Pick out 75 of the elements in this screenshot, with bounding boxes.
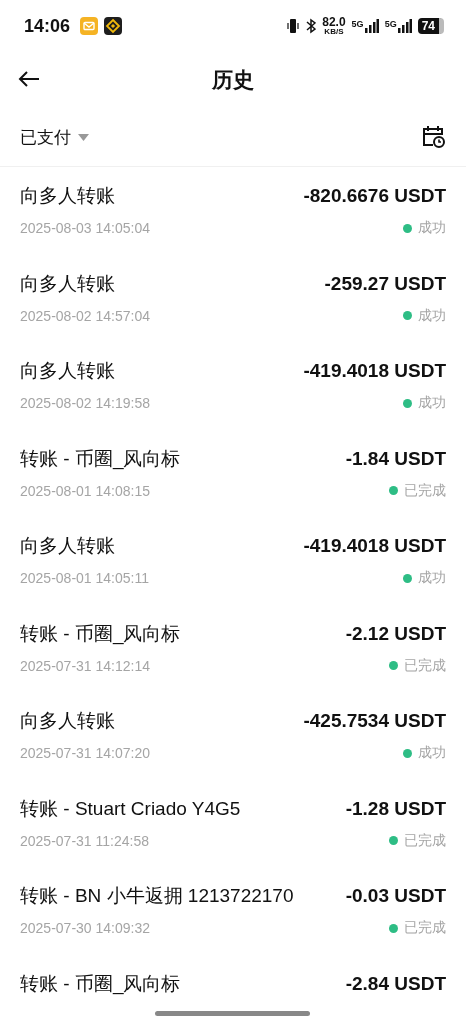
- transaction-amount: -1.28 USDT: [345, 797, 446, 820]
- back-arrow-icon: [18, 70, 40, 88]
- transaction-row[interactable]: 向多人转账 -820.6676 USDT 2025-08-03 14:05:04 成功: [0, 167, 466, 255]
- status-dot: [403, 398, 412, 408]
- transaction-status: 成功: [418, 744, 446, 762]
- caret-icon: [78, 133, 89, 141]
- transaction-status: 已完成: [404, 656, 446, 675]
- transaction-title: 转账 - BN 小牛返拥 1213722170: [20, 884, 294, 908]
- transaction-amount: -820.6676 USDT: [303, 185, 446, 207]
- speed-unit: KB/S: [324, 28, 344, 36]
- transaction-status: 已完成: [404, 831, 446, 850]
- transaction-date: 2025-08-01 14:05:11: [20, 570, 149, 586]
- transaction-amount: -259.27 USDT: [324, 272, 446, 295]
- transaction-status: 成功: [418, 219, 446, 237]
- transaction-amount: -2.12 USDT: [345, 622, 446, 645]
- transaction-title: 向多人转账: [20, 184, 115, 208]
- transaction-row[interactable]: 向多人转账 -425.7534 USDT 2025-07-31 14:07:20 成功: [0, 692, 466, 780]
- status-dot: [389, 923, 398, 933]
- status-dot: [389, 836, 398, 845]
- transaction-amount: -419.4018 USDT: [303, 535, 446, 557]
- status-time: 14:06: [24, 15, 71, 37]
- mail-app-icon: [80, 17, 99, 35]
- transaction-row[interactable]: 向多人转账 -259.27 USDT 2025-08-02 14:57:04 成功: [0, 254, 466, 342]
- battery-indicator: 74: [417, 18, 444, 34]
- vibrate-icon: [286, 18, 301, 34]
- signal-icon: [364, 19, 379, 33]
- transaction-date: 2025-07-31 14:07:20: [20, 745, 150, 761]
- diamond-app-icon: [104, 17, 123, 35]
- transaction-row[interactable]: 转账 - 币圈_风向标 -2.12 USDT 2025-07-31 14:12:14 已完成: [0, 604, 466, 692]
- transaction-status: 成功: [418, 569, 446, 587]
- signal-icon: [397, 19, 412, 33]
- status-dot: [403, 748, 412, 758]
- transaction-title: 转账 - 币圈_风向标: [20, 621, 181, 647]
- transaction-status: 已完成: [404, 919, 446, 937]
- transaction-row[interactable]: 转账 - BN 小牛返拥 1213722170 -0.03 USDT 2025-07-30 14:09:32 已完成: [0, 867, 466, 955]
- status-dot: [389, 486, 398, 495]
- transaction-status: 已完成: [404, 481, 446, 500]
- calendar-clock-icon: [422, 125, 446, 149]
- transaction-date: 2025-07-31 14:12:14: [20, 657, 150, 674]
- network-type: 5G: [384, 19, 397, 29]
- transaction-title: 向多人转账: [20, 359, 115, 383]
- transaction-row[interactable]: 转账 - Stuart Criado Y4G5 -1.28 USDT 2025-07-31 11:24:58 已完成: [0, 779, 466, 867]
- transaction-title: 向多人转账: [20, 534, 115, 558]
- status-dot: [403, 311, 412, 320]
- transaction-row[interactable]: 转账 - 币圈_风向标 -1.84 USDT 2025-08-01 14:08:15 已完成: [0, 429, 466, 517]
- transaction-title: 向多人转账: [20, 709, 115, 733]
- transaction-amount: -419.4018 USDT: [303, 360, 446, 382]
- transaction-title: 转账 - Stuart Criado Y4G5: [20, 796, 241, 821]
- transaction-date: 2025-07-30 14:09:32: [20, 920, 150, 936]
- filter-dropdown[interactable]: 已支付: [20, 125, 89, 149]
- network-speed: 82.0: [322, 16, 346, 28]
- transaction-date: 2025-08-03 14:05:04: [20, 220, 150, 236]
- calendar-button[interactable]: [422, 125, 446, 149]
- status-dot: [403, 573, 412, 583]
- transaction-date: 2025-08-01 14:08:15: [20, 482, 150, 499]
- transaction-title: 转账 - 币圈_风向标: [20, 971, 181, 997]
- transaction-status: 成功: [418, 394, 446, 412]
- transaction-title: 转账 - 币圈_风向标: [20, 446, 181, 472]
- transaction-row[interactable]: 向多人转账 -419.4018 USDT 2025-08-02 14:19:58 成功: [0, 342, 466, 430]
- transaction-date: 2025-08-02 14:57:04: [20, 307, 150, 324]
- transaction-date: 2025-08-02 14:19:58: [20, 395, 150, 411]
- transaction-title: 向多人转账: [20, 271, 115, 296]
- transaction-status: 成功: [418, 306, 446, 325]
- transaction-row[interactable]: 向多人转账 -419.4018 USDT 2025-08-01 14:05:11 成功: [0, 517, 466, 605]
- transaction-date: 2025-07-31 11:24:58: [20, 832, 149, 849]
- status-dot: [389, 661, 398, 670]
- transaction-amount: -0.03 USDT: [345, 885, 446, 907]
- bluetooth-icon: [306, 18, 317, 34]
- status-dot: [403, 223, 412, 233]
- transaction-amount: -425.7534 USDT: [303, 710, 446, 732]
- transaction-row[interactable]: 转账 - 币圈_风向标 -2.84 USDT: [0, 954, 466, 1024]
- network-type: 5G: [351, 19, 364, 29]
- transaction-amount: -1.84 USDT: [345, 447, 446, 470]
- page-title: 历史: [212, 67, 254, 93]
- transaction-amount: -2.84 USDT: [345, 972, 446, 995]
